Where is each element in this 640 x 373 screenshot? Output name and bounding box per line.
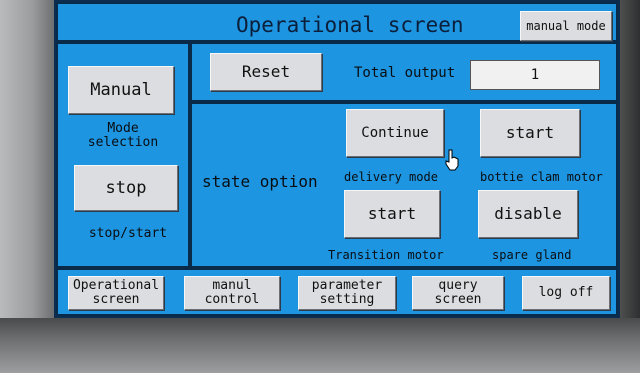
nav-log-off-button[interactable]: log off	[522, 276, 610, 310]
nav-manual-control-button[interactable]: manul control	[184, 276, 280, 310]
reset-button[interactable]: Reset	[210, 53, 322, 91]
nav-query-screen-button[interactable]: query screen	[412, 276, 504, 310]
page-title: Operational screen	[236, 13, 464, 37]
hmi-screen: Operational screen manual mode Manual Mo…	[54, 0, 620, 318]
mode-panel: Manual Mode selection stop stop/start	[56, 42, 190, 268]
manual-mode-button[interactable]: manual mode	[520, 11, 612, 41]
stop-start-label: stop/start	[88, 226, 168, 241]
nav-operational-screen-button[interactable]: Operational screen	[68, 276, 164, 310]
state-option-panel: state option Continue delivery mode star…	[190, 102, 618, 268]
spare-gland-label: spare gland	[492, 248, 572, 262]
total-output-display: 1	[470, 60, 600, 90]
spare-gland-disable-button[interactable]: disable	[478, 190, 578, 238]
total-output-label: Total output	[354, 65, 456, 81]
output-panel: Reset Total output 1	[190, 42, 618, 102]
delivery-continue-button[interactable]: Continue	[346, 109, 444, 157]
nav-parameter-setting-button[interactable]: parameter setting	[298, 276, 396, 310]
delivery-mode-label: delivery mode	[344, 170, 438, 184]
header-bar: Operational screen manual mode	[56, 2, 618, 42]
manual-mode-select-button[interactable]: Manual	[68, 66, 174, 114]
mode-selection-label: Mode selection	[87, 121, 159, 150]
bottle-clam-start-button[interactable]: start	[480, 109, 580, 157]
transition-start-button[interactable]: start	[344, 190, 440, 238]
transition-motor-label: Transition motor	[328, 248, 444, 262]
state-option-label: state option	[202, 172, 318, 191]
bottle-clam-motor-label: bottie clam motor	[480, 170, 603, 184]
pointer-cursor-icon	[445, 149, 459, 171]
nav-bar: Operational screen manul control paramet…	[56, 268, 618, 316]
device-bezel-bottom	[0, 318, 640, 373]
stop-button[interactable]: stop	[74, 165, 178, 211]
